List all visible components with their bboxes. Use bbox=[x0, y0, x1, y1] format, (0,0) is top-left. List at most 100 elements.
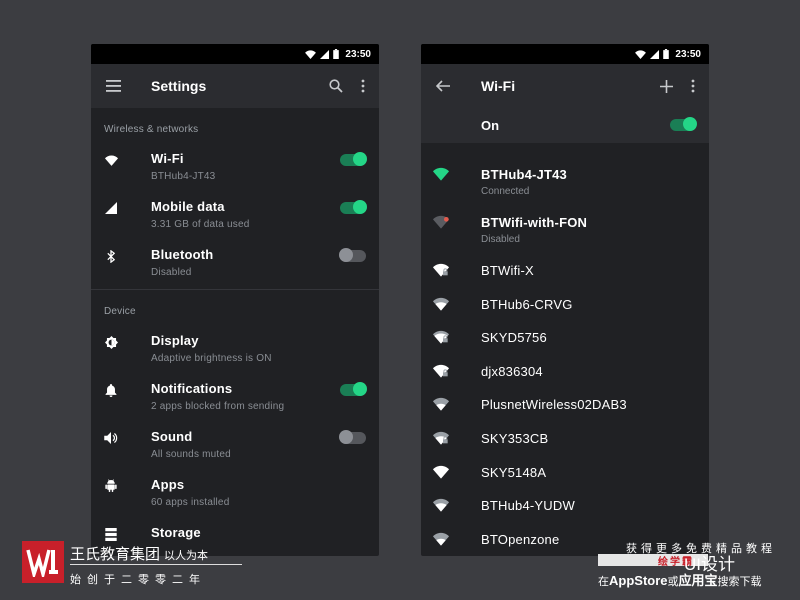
search-icon[interactable] bbox=[329, 79, 343, 93]
sound-toggle[interactable] bbox=[339, 430, 366, 444]
wifi-network-item[interactable]: djx836304 bbox=[421, 354, 709, 388]
watermark-slogan: 以人为本 bbox=[164, 550, 209, 562]
wifi-network-name: BTWifi-with-FON bbox=[481, 215, 588, 230]
settings-item-subtitle: Adaptive brightness is ON bbox=[151, 353, 272, 364]
more-vert-icon[interactable] bbox=[691, 79, 695, 93]
settings-screen: 23:50 Settings Wireless & networks Wi-Fi… bbox=[91, 44, 379, 556]
settings-item-subtitle: Disabled bbox=[151, 267, 192, 278]
wifi-network-item[interactable]: BTHub4-JT43 Connected bbox=[421, 157, 709, 205]
settings-item-title: Display bbox=[151, 333, 199, 348]
bluetooth-icon bbox=[104, 249, 118, 263]
wifi-app-bar: Wi-Fi bbox=[421, 64, 709, 108]
watermark-line3: 在AppStore或应用宝搜索下载 bbox=[598, 570, 762, 589]
back-arrow-icon[interactable] bbox=[435, 78, 451, 94]
wifi-locked-icon bbox=[433, 263, 449, 277]
wifi-network-item[interactable]: SKYD5756 bbox=[421, 320, 709, 354]
wifi-master-switch-row[interactable]: On bbox=[421, 108, 709, 143]
wifi-icon bbox=[433, 398, 449, 412]
wifi-locked-icon bbox=[433, 364, 449, 378]
wifi-disabled-icon bbox=[433, 215, 449, 229]
wifi-network-status: Connected bbox=[481, 186, 530, 197]
status-time: 23:50 bbox=[345, 48, 371, 60]
settings-item-subtitle: 2 apps blocked from sending bbox=[151, 401, 285, 412]
wifi-toggle[interactable] bbox=[340, 152, 367, 166]
section-header-device: Device bbox=[104, 306, 136, 317]
mobile-data-toggle[interactable] bbox=[340, 200, 367, 214]
menu-icon[interactable] bbox=[105, 78, 121, 94]
watermark-subtitle: 始创于二零零二年 bbox=[70, 574, 206, 586]
wifi-icon bbox=[104, 153, 118, 167]
wifi-network-name: djx836304 bbox=[481, 363, 543, 379]
wifi-icon bbox=[433, 465, 449, 479]
android-icon bbox=[104, 479, 118, 493]
wifi-switch-label: On bbox=[481, 118, 500, 133]
status-time: 23:50 bbox=[675, 48, 701, 60]
watermark-appstore: AppStore bbox=[609, 573, 668, 588]
wifi-network-item[interactable]: BTWifi-with-FON Disabled bbox=[421, 205, 709, 253]
wifi-network-item[interactable]: BTHub4-YUDW bbox=[421, 488, 709, 522]
settings-item-title: Apps bbox=[151, 477, 185, 492]
watermark-left: 王氏教育集团 以人为本 始创于二零零二年 bbox=[22, 540, 252, 590]
settings-item-subtitle: 3.31 GB of data used bbox=[151, 219, 250, 230]
wifi-network-item[interactable]: PlusnetWireless02DAB3 bbox=[421, 387, 709, 421]
wifi-icon bbox=[433, 532, 449, 546]
settings-item-wifi[interactable]: Wi-Fi BTHub4-JT43 bbox=[91, 145, 379, 193]
storage-icon bbox=[104, 527, 118, 541]
wifi-network-name: BTHub6-CRVG bbox=[481, 296, 573, 312]
settings-item-display[interactable]: Display Adaptive brightness is ON bbox=[91, 327, 379, 375]
watermark-line3-prefix: 在 bbox=[598, 576, 609, 588]
wifi-network-item[interactable]: SKY353CB bbox=[421, 421, 709, 455]
wifi-network-status: Disabled bbox=[481, 234, 520, 245]
wifi-network-item[interactable]: BTHub6-CRVG bbox=[421, 287, 709, 321]
notifications-toggle[interactable] bbox=[340, 382, 367, 396]
wifi-master-toggle[interactable] bbox=[670, 117, 697, 131]
signal-status-icon bbox=[320, 49, 330, 59]
wifi-network-name: BTWifi-X bbox=[481, 263, 534, 278]
bluetooth-toggle[interactable] bbox=[339, 248, 366, 262]
settings-item-mobile-data[interactable]: Mobile data 3.31 GB of data used bbox=[91, 193, 379, 241]
watermark-right: 获得更多免费精品教程 绘学霸 UI设计 在AppStore或应用宝搜索下载 bbox=[598, 540, 788, 590]
watermark-line3-mid: 或 bbox=[667, 576, 679, 588]
wifi-network-name: SKYD5756 bbox=[481, 330, 547, 346]
battery-status-icon bbox=[663, 49, 670, 59]
settings-item-title: Storage bbox=[151, 525, 201, 540]
wifi-network-name: BTOpenzone bbox=[481, 531, 560, 547]
wifi-icon bbox=[433, 297, 449, 311]
settings-item-apps[interactable]: Apps 60 apps installed bbox=[91, 471, 379, 519]
battery-status-icon bbox=[333, 49, 340, 59]
add-icon[interactable] bbox=[660, 79, 673, 93]
watermark-store2: 应用宝 bbox=[678, 573, 718, 588]
settings-app-bar: Settings bbox=[91, 64, 379, 108]
wifi-network-name: SKY5148A bbox=[481, 464, 547, 480]
wifi-network-item[interactable]: BTWifi-X bbox=[421, 253, 709, 287]
section-header-wireless: Wireless & networks bbox=[104, 124, 199, 135]
wifi-network-name: BTHub4-JT43 bbox=[481, 167, 567, 182]
wifi-locked-icon bbox=[433, 431, 449, 445]
settings-item-subtitle: BTHub4-JT43 bbox=[151, 171, 216, 182]
settings-item-title: Notifications bbox=[151, 381, 233, 396]
page-title: Wi-Fi bbox=[481, 78, 516, 94]
page-title: Settings bbox=[151, 78, 207, 94]
wifi-network-item[interactable]: SKY5148A bbox=[421, 455, 709, 489]
watermark-divider bbox=[70, 564, 242, 565]
settings-item-bluetooth[interactable]: Bluetooth Disabled bbox=[91, 241, 379, 289]
brand-logo bbox=[22, 541, 64, 583]
status-bar: 23:50 bbox=[91, 44, 379, 64]
settings-item-subtitle: All sounds muted bbox=[151, 449, 231, 460]
bell-icon bbox=[104, 383, 118, 397]
settings-item-title: Mobile data bbox=[151, 199, 225, 214]
wifi-network-name: SKY353CB bbox=[481, 430, 549, 446]
settings-item-title: Wi-Fi bbox=[151, 151, 184, 166]
settings-item-sound[interactable]: Sound All sounds muted bbox=[91, 423, 379, 471]
speaker-icon bbox=[104, 431, 118, 445]
wifi-locked-icon bbox=[433, 331, 449, 344]
wifi-network-name: BTHub4-YUDW bbox=[481, 498, 575, 514]
watermark-title: 王氏教育集团 bbox=[70, 546, 161, 563]
more-vert-icon[interactable] bbox=[361, 79, 365, 93]
wifi-network-list: BTHub4-JT43 Connected BTWifi-with-FON Di… bbox=[421, 143, 709, 555]
wifi-screen: 23:50 Wi-Fi On BTHub4-JT43 Connected BTW… bbox=[421, 44, 709, 556]
signal-status-icon bbox=[650, 49, 660, 59]
settings-item-title: Sound bbox=[151, 429, 193, 444]
wifi-status-icon bbox=[635, 49, 647, 59]
settings-item-notifications[interactable]: Notifications 2 apps blocked from sendin… bbox=[91, 375, 379, 423]
